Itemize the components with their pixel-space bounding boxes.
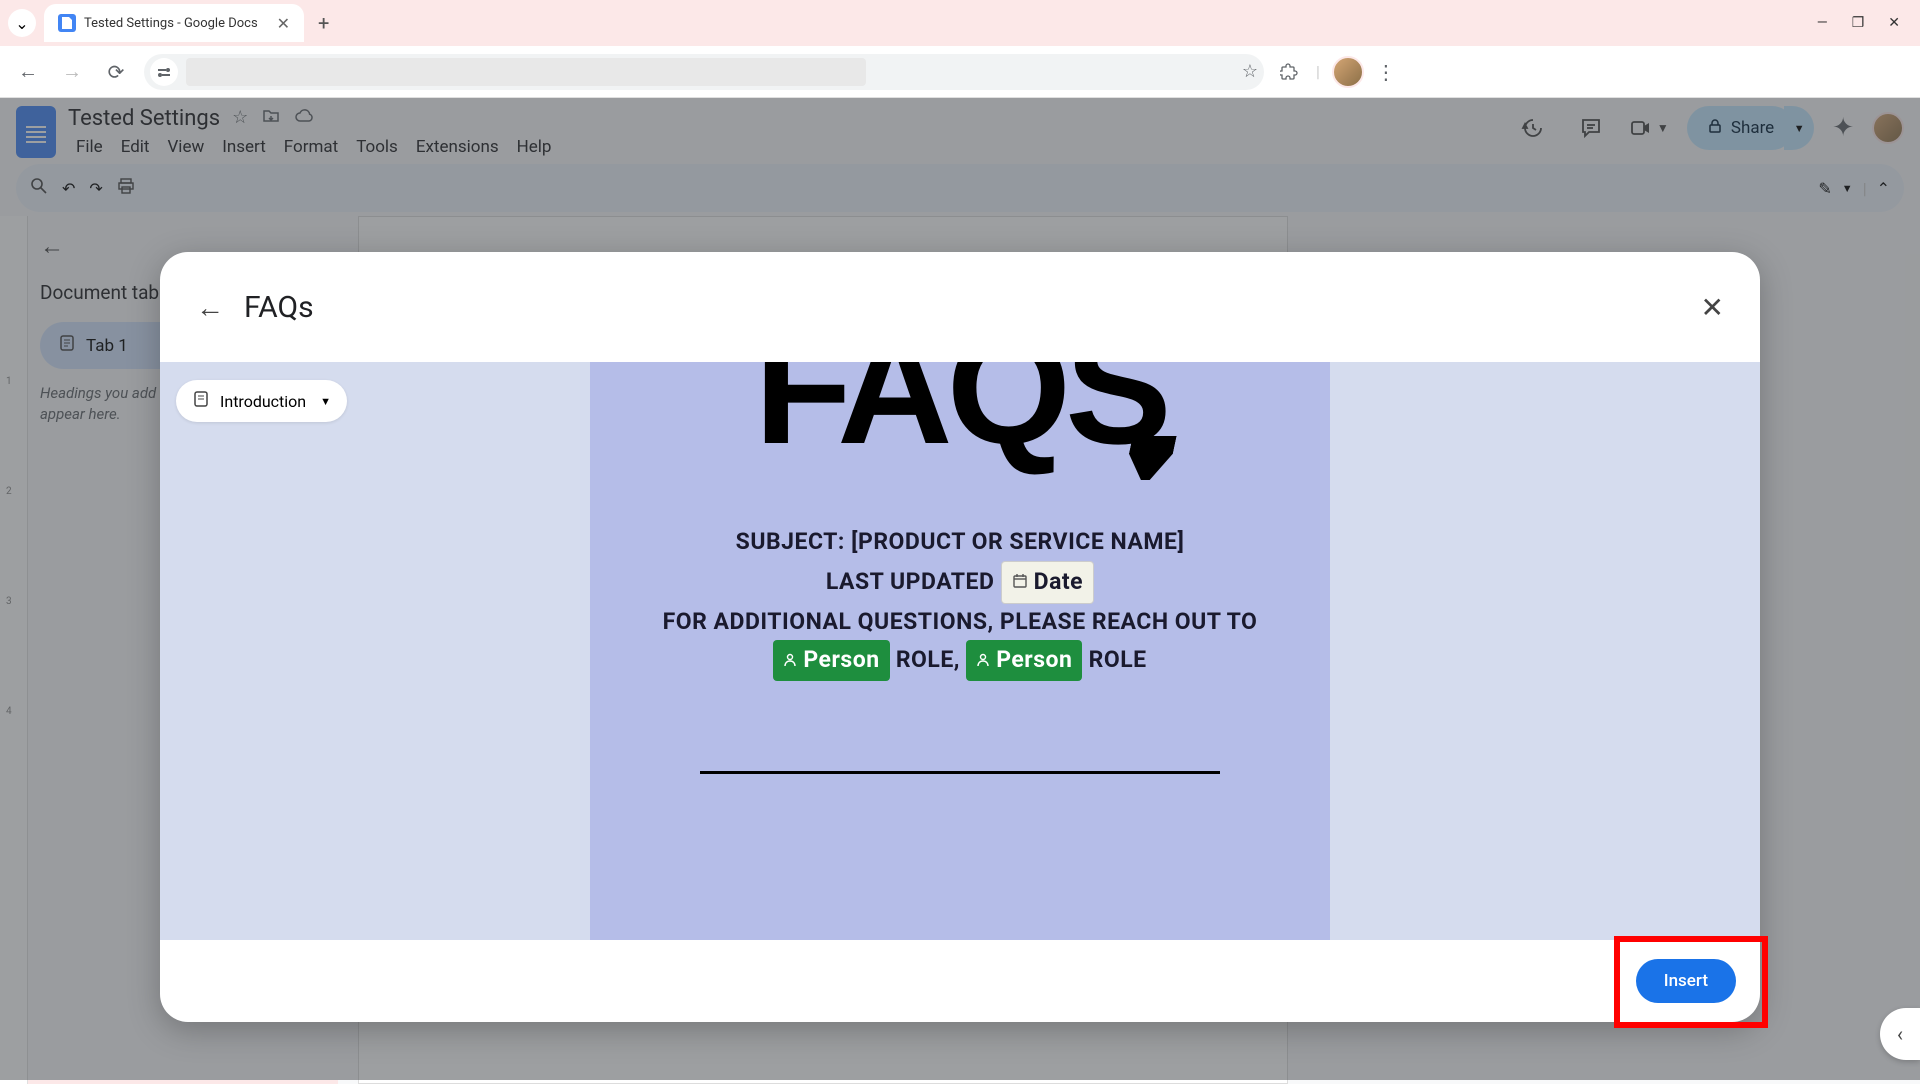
window-close-button[interactable]: ✕ [1888, 15, 1900, 31]
browser-back-button[interactable]: ← [12, 56, 44, 88]
modal-body: Introduction ▼ FAQS SUBJECT: [PRODUCT OR… [160, 362, 1760, 940]
person-smart-chip: Person [773, 640, 889, 681]
site-settings-icon[interactable] [150, 58, 178, 86]
section-pill-label: Introduction [220, 392, 306, 411]
url-redacted [186, 58, 866, 86]
preview-heading: FAQS [590, 362, 1330, 444]
address-bar[interactable]: ☆ [144, 54, 1264, 90]
insert-button[interactable]: Insert [1636, 959, 1736, 1003]
date-smart-chip: Date [1001, 561, 1094, 604]
chevron-down-icon: ⌄ [15, 14, 28, 33]
modal-back-button[interactable]: ← [196, 291, 224, 324]
browser-reload-button[interactable]: ⟳ [100, 56, 132, 88]
modal-header: ← FAQs ✕ [160, 252, 1760, 362]
modal-footer: Insert [160, 940, 1760, 1022]
search-tabs-button[interactable]: ⌄ [8, 9, 36, 37]
tab-close-icon[interactable]: ✕ [277, 14, 290, 33]
divider-line [700, 771, 1220, 774]
calendar-icon [1012, 564, 1028, 601]
modal-title: FAQs [244, 290, 314, 325]
window-maximize-button[interactable]: ❐ [1852, 15, 1865, 31]
browser-tab-strip: ⌄ Tested Settings - Google Docs ✕ + — ❐ … [0, 0, 1920, 46]
docs-favicon-icon [58, 14, 76, 32]
docs-app: Tested Settings ☆ File Edit View Insert … [0, 98, 1920, 1080]
building-block-modal: ← FAQs ✕ Introduction ▼ FAQS SUBJECT: [P… [160, 252, 1760, 1022]
preview-line-3: FOR ADDITIONAL QUESTIONS, PLEASE REACH O… [590, 604, 1330, 641]
extensions-icon[interactable] [1276, 58, 1304, 86]
browser-tab-active[interactable]: Tested Settings - Google Docs ✕ [44, 4, 304, 42]
new-tab-button[interactable]: + [318, 11, 329, 35]
template-preview: FAQS SUBJECT: [PRODUCT OR SERVICE NAME] … [590, 362, 1330, 940]
browser-forward-button[interactable]: → [56, 56, 88, 88]
person-smart-chip: Person [966, 640, 1082, 681]
browser-toolbar: ← → ⟳ ☆ | ⋮ [0, 46, 1920, 98]
window-minimize-button[interactable]: — [1817, 15, 1828, 31]
chevron-down-icon: ▼ [320, 395, 331, 408]
preview-line-1: SUBJECT: [PRODUCT OR SERVICE NAME] [590, 524, 1330, 561]
preview-line-2: LAST UPDATED Date [590, 561, 1330, 604]
person-icon [783, 642, 797, 679]
doc-icon [192, 390, 210, 412]
bookmark-star-icon[interactable]: ☆ [1242, 61, 1258, 82]
preview-subtext: SUBJECT: [PRODUCT OR SERVICE NAME] LAST … [590, 524, 1330, 681]
person-icon [976, 642, 990, 679]
section-selector[interactable]: Introduction ▼ [176, 380, 347, 422]
browser-menu-button[interactable]: ⋮ [1376, 60, 1396, 84]
preview-line-4: Person ROLE, Person ROLE [590, 640, 1330, 681]
modal-close-button[interactable]: ✕ [1701, 291, 1724, 324]
window-controls: — ❐ ✕ [1817, 15, 1912, 31]
profile-avatar[interactable] [1332, 56, 1364, 88]
tab-title: Tested Settings - Google Docs [84, 16, 258, 31]
